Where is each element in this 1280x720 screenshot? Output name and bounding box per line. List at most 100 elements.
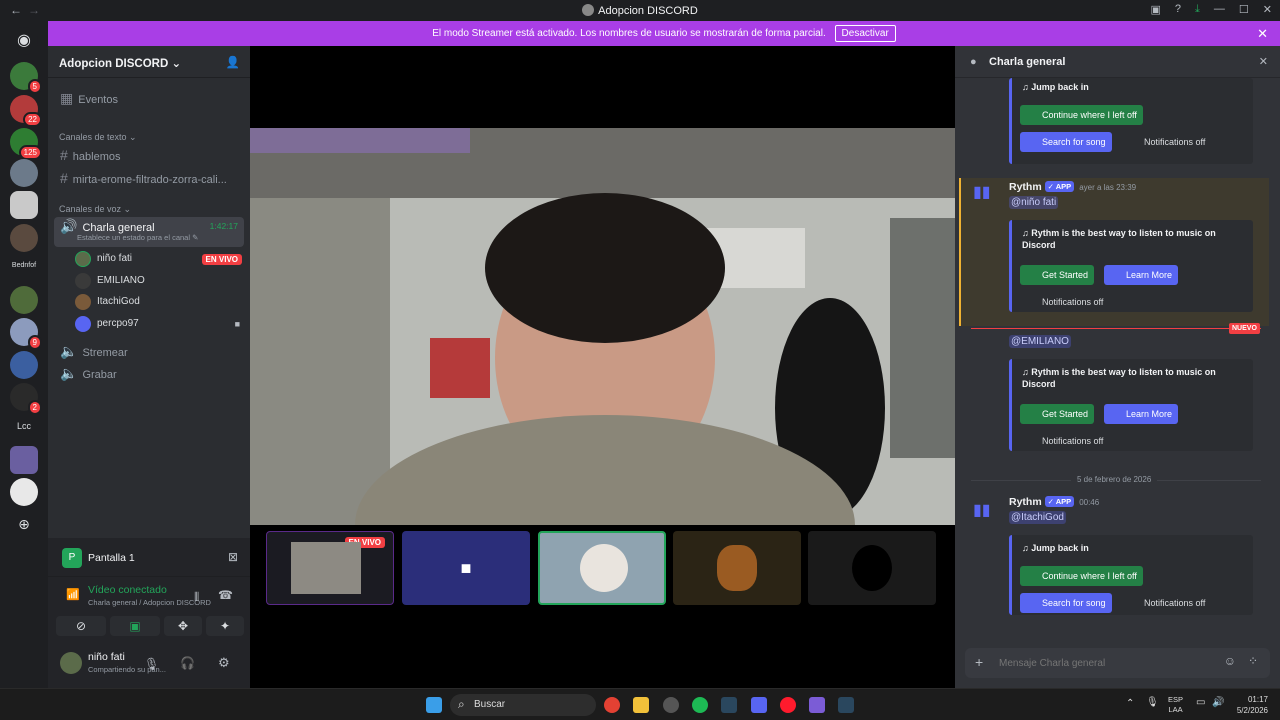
- message-author[interactable]: Rythm ✓ APP ayer a las 23:39: [1009, 181, 1136, 193]
- app-icon[interactable]: [663, 697, 679, 713]
- clock[interactable]: 01:17 5/2/2026: [1232, 694, 1268, 716]
- voice-user[interactable]: ItachiGod: [75, 292, 140, 312]
- headphones-icon[interactable]: 🎧: [180, 656, 195, 670]
- download-icon[interactable]: ⤓: [1195, 3, 1200, 16]
- voice-channel-grabar[interactable]: 🔈 Grabar: [54, 362, 244, 384]
- channel-hablemos[interactable]: # hablemos: [54, 144, 244, 166]
- guild-icon[interactable]: 22: [10, 95, 42, 127]
- guild-icon[interactable]: 9: [10, 318, 42, 350]
- chevron-up-icon[interactable]: ⌃: [1126, 698, 1134, 709]
- message-input[interactable]: [999, 654, 1199, 672]
- text-category[interactable]: Canales de texto ⌄: [59, 132, 137, 143]
- learn-more-button[interactable]: Learn More: [1104, 404, 1179, 424]
- settings-gear-icon[interactable]: ⚙: [218, 655, 230, 671]
- search-song-button[interactable]: Search for song: [1020, 593, 1112, 613]
- windows-start-icon[interactable]: [426, 697, 442, 713]
- stop-stream-icon[interactable]: ⊠: [228, 550, 238, 564]
- app-icon[interactable]: [809, 697, 825, 713]
- steam-icon[interactable]: [721, 697, 737, 713]
- close-window-icon[interactable]: ✕: [1263, 3, 1272, 16]
- voice-category[interactable]: Canales de voz ⌄: [59, 204, 131, 215]
- add-attachment-icon[interactable]: +: [975, 654, 983, 670]
- network-icon[interactable]: ▭: [1196, 697, 1205, 708]
- maximize-icon[interactable]: ☐: [1239, 3, 1249, 16]
- guild-label[interactable]: Bednfof: [6, 262, 42, 269]
- disable-streamer-button[interactable]: Desactivar: [834, 25, 896, 42]
- apps-icon[interactable]: ⁘: [1248, 654, 1258, 668]
- rythm-avatar-icon: ▮▮: [973, 502, 991, 519]
- screen-share-button[interactable]: ▣: [110, 616, 160, 636]
- participant-tile[interactable]: [673, 531, 801, 605]
- guild-icon[interactable]: [10, 351, 38, 379]
- get-started-button[interactable]: Get Started: [1020, 265, 1095, 285]
- continue-button[interactable]: Continue where I left off: [1020, 566, 1143, 586]
- guild-icon-active[interactable]: [10, 191, 38, 219]
- steam-icon[interactable]: [838, 697, 854, 713]
- soundboard-icon[interactable]: ⦀: [194, 590, 199, 605]
- guild-icon[interactable]: [10, 446, 38, 474]
- taskbar-search[interactable]: ⌕ Buscar: [450, 694, 596, 716]
- discord-home-icon[interactable]: ◉: [10, 27, 38, 55]
- channel-mirta[interactable]: # mirta-erome-filtrado-zorra-cali...: [54, 167, 244, 189]
- notifications-off-button[interactable]: Notifications off: [1122, 593, 1211, 613]
- voice-user[interactable]: niño fati EN VIVO: [75, 249, 242, 269]
- activities-button[interactable]: ✥: [164, 616, 202, 636]
- add-server-icon[interactable]: ⊕: [10, 510, 38, 538]
- discord-icon[interactable]: [751, 697, 767, 713]
- disconnect-icon[interactable]: ☎: [218, 588, 233, 602]
- guild-icon[interactable]: 125: [10, 128, 42, 160]
- stream-thumbnail[interactable]: EN VIVO: [266, 531, 394, 605]
- volume-icon[interactable]: 🔊: [1212, 697, 1224, 708]
- voice-user[interactable]: EMILIANO: [75, 271, 145, 291]
- signal-icon[interactable]: 📶: [66, 588, 80, 601]
- user-mention[interactable]: @ItachiGod: [1009, 511, 1066, 524]
- stream-preview-row[interactable]: P Pantalla 1 ⊠: [54, 546, 244, 570]
- server-header[interactable]: Adopcion DISCORD ⌄ 👤: [48, 46, 250, 78]
- voice-channel-stremear[interactable]: 🔈 Stremear: [54, 340, 244, 362]
- guild-icon[interactable]: [10, 159, 38, 187]
- chrome-icon[interactable]: [604, 697, 620, 713]
- inbox-icon[interactable]: ▣: [1151, 3, 1161, 16]
- user-mention[interactable]: @niño fati: [1009, 196, 1059, 209]
- notifications-off-button[interactable]: Notifications off: [1122, 132, 1211, 152]
- soundboard-button[interactable]: ✦: [206, 616, 244, 636]
- guild-icon[interactable]: 5: [10, 62, 42, 94]
- notifications-off-button[interactable]: Notifications off: [1020, 431, 1109, 451]
- opera-icon[interactable]: [780, 697, 796, 713]
- new-badge: NUEVO: [1229, 323, 1260, 334]
- guild-label[interactable]: Lcc: [6, 421, 42, 431]
- guild-icon[interactable]: [10, 224, 38, 252]
- continue-button[interactable]: Continue where I left off: [1020, 105, 1143, 125]
- voice-user[interactable]: percpo97 ■: [75, 314, 240, 334]
- language-indicator[interactable]: ESP LAA: [1168, 695, 1183, 715]
- emoji-icon[interactable]: ☺: [1224, 654, 1236, 668]
- participant-tile[interactable]: [808, 531, 936, 605]
- spotify-icon[interactable]: [692, 697, 708, 713]
- learn-more-button[interactable]: Learn More: [1104, 265, 1179, 285]
- user-name[interactable]: niño fati: [88, 651, 125, 663]
- help-icon[interactable]: ?: [1175, 3, 1181, 16]
- participant-tile-camera-off[interactable]: ■: [402, 531, 530, 605]
- camera-off-button[interactable]: ⊘: [56, 616, 106, 636]
- add-member-icon[interactable]: 👤: [226, 55, 240, 69]
- microphone-icon[interactable]: 🎙: [144, 657, 159, 671]
- search-song-button[interactable]: Search for song: [1020, 132, 1112, 152]
- voice-channel-charla-general[interactable]: 🔊 Charla general 1:42:17 Establece un est…: [54, 217, 244, 247]
- file-explorer-icon[interactable]: [633, 697, 649, 713]
- guild-icon[interactable]: 2: [10, 383, 42, 415]
- guild-icon[interactable]: [10, 478, 38, 506]
- close-chat-icon[interactable]: ✕: [1259, 55, 1268, 68]
- participant-tile-speaking[interactable]: [538, 531, 666, 605]
- guild-icon[interactable]: [10, 286, 38, 314]
- microphone-icon[interactable]: 🎙: [1146, 697, 1159, 708]
- message-author[interactable]: Rythm ✓ APP 00:46: [1009, 496, 1099, 508]
- notifications-off-button[interactable]: Notifications off: [1020, 292, 1109, 312]
- main-video[interactable]: [250, 128, 955, 525]
- minimize-icon[interactable]: —: [1214, 3, 1225, 16]
- close-banner-icon[interactable]: ✕: [1257, 21, 1268, 46]
- channel-status[interactable]: Establece un estado para el canal ✎: [77, 233, 198, 243]
- user-mention[interactable]: @EMILIANO: [1009, 335, 1071, 348]
- avatar[interactable]: [60, 652, 82, 674]
- get-started-button[interactable]: Get Started: [1020, 404, 1095, 424]
- events-item[interactable]: ▦ Eventos: [54, 87, 244, 109]
